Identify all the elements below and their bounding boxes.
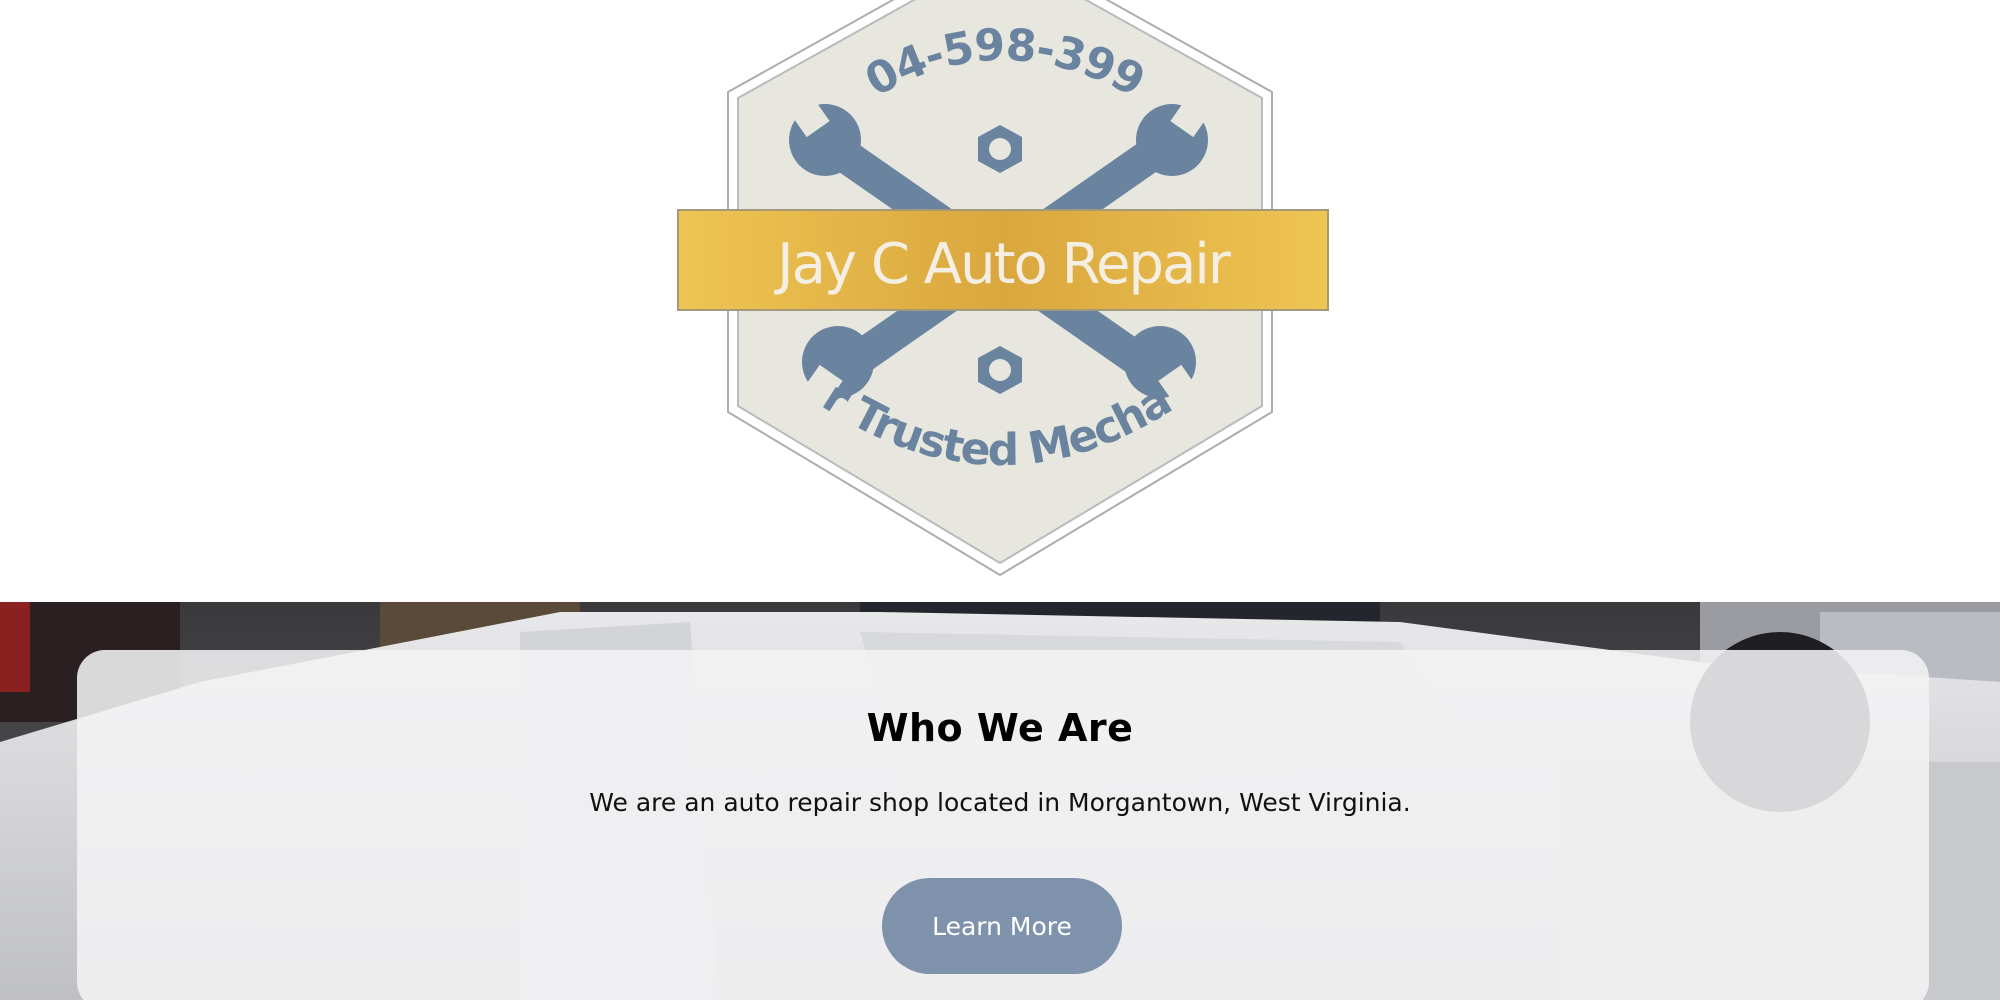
logo-section: 304-598-3999 (0, 0, 2000, 602)
company-logo[interactable]: 304-598-3999 (660, 0, 1340, 580)
name-banner: Jay C Auto Repair (677, 209, 1329, 311)
who-we-are-description: We are an auto repair shop located in Mo… (589, 788, 1411, 817)
learn-more-button[interactable]: Learn More (882, 878, 1122, 974)
logo-name-text: Jay C Auto Repair (774, 232, 1232, 297)
page: 304-598-3999 (0, 0, 2000, 1000)
who-we-are-title: Who We Are (866, 706, 1134, 750)
